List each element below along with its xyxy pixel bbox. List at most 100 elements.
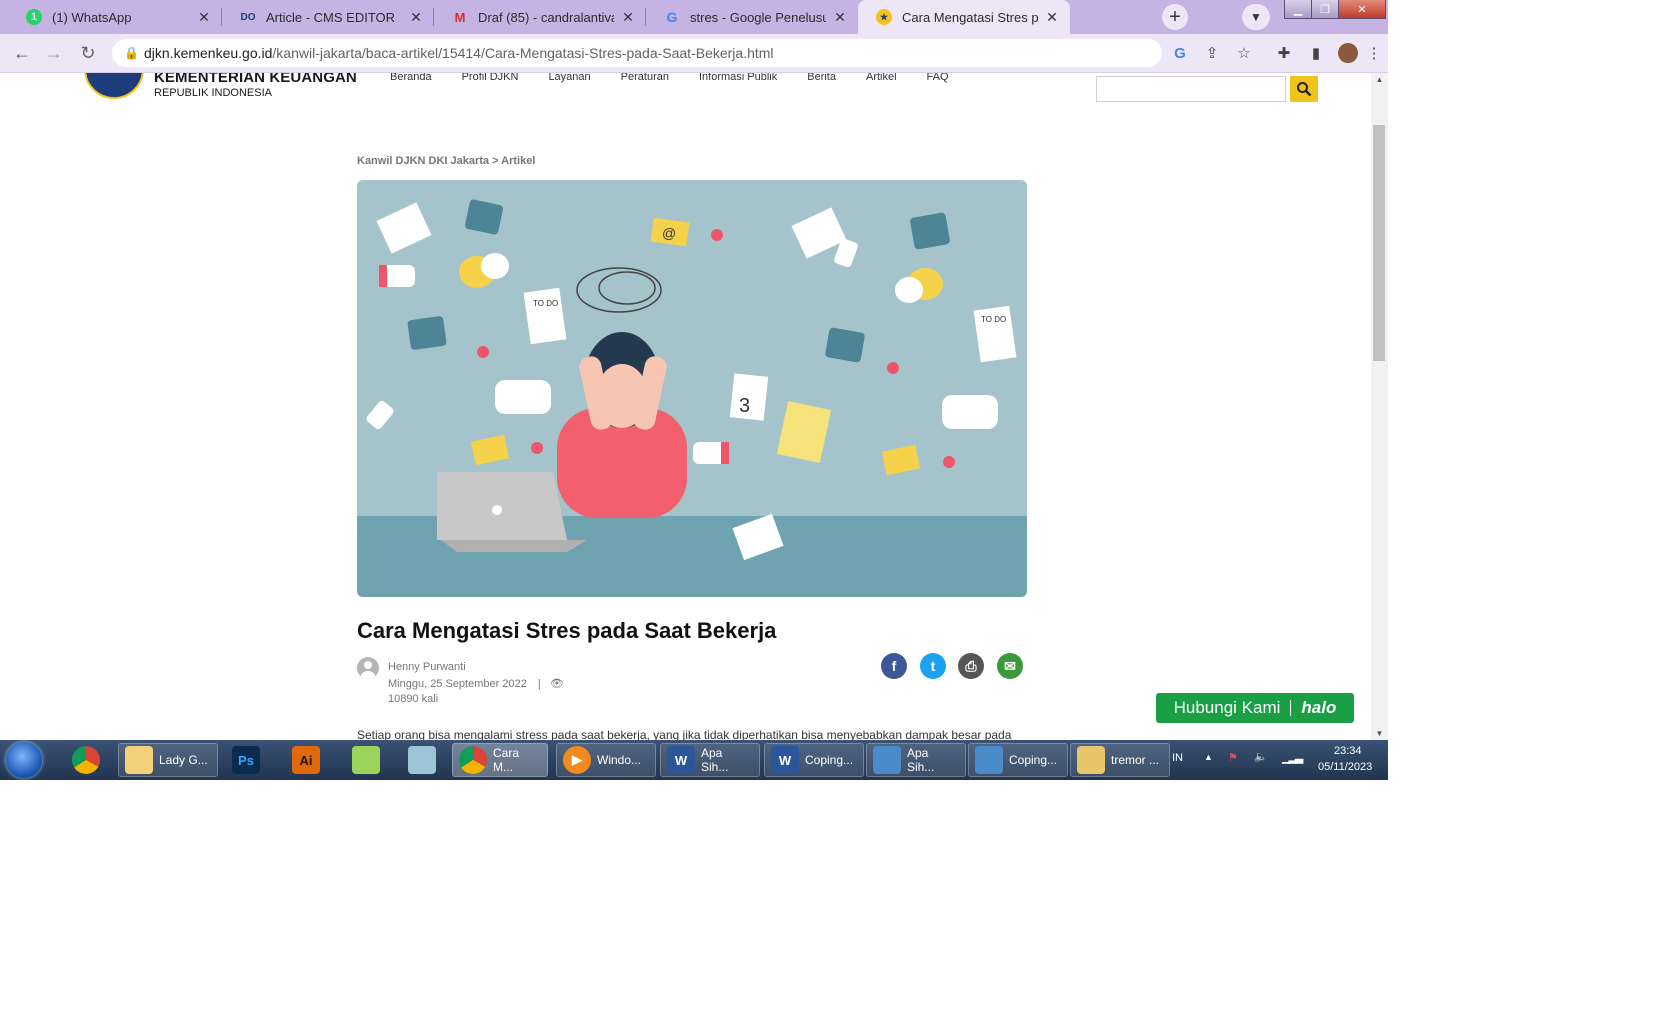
share-facebook-button[interactable]: f [881, 653, 907, 679]
nav-item-profil[interactable]: Profil DJKN [462, 73, 519, 83]
article-author: Henny Purwanti [388, 661, 466, 673]
paint-icon [1077, 746, 1105, 774]
tab-cms-editor[interactable]: DO Article - CMS EDITOR ✕ [222, 0, 434, 34]
star-icon[interactable]: ☆ [1234, 43, 1254, 63]
side-panel-icon[interactable]: ▮ [1306, 43, 1326, 63]
taskbar-photoshop[interactable]: Ps [226, 743, 272, 777]
email-icon: ✉ [1004, 657, 1016, 674]
new-tab-button[interactable]: + [1162, 4, 1188, 30]
scrollbar-thumb[interactable] [1373, 125, 1385, 361]
tab-title: Draf (85) - candralantivameitika [478, 9, 614, 25]
share-email-button[interactable]: ✉ [997, 653, 1023, 679]
signal-icon[interactable]: ▁▂▃ [1282, 751, 1303, 764]
page-scrollbar[interactable]: ▲ ▼ [1371, 73, 1388, 740]
eye-icon: 👁 [549, 678, 564, 690]
taskbar-media-player[interactable]: ▶ Windo... [556, 743, 656, 777]
nav-item-beranda[interactable]: Beranda [390, 73, 432, 83]
site-search-button[interactable] [1290, 76, 1318, 102]
whatsapp-icon: 1 [26, 9, 42, 25]
kemenkeu-icon: ★ [876, 9, 892, 25]
kemenkeu-logo[interactable] [84, 73, 144, 99]
clock-date[interactable]: 05/11/2023 [1318, 761, 1372, 773]
tab-whatsapp[interactable]: 1 (1) WhatsApp ✕ [8, 0, 222, 34]
system-tray: IN ▲ ⚑ 🔈 ▁▂▃ 23:34 05/11/2023 [1158, 740, 1388, 780]
volume-icon[interactable]: 🔈 [1254, 750, 1268, 763]
close-icon[interactable]: ✕ [408, 9, 424, 26]
breadcrumb[interactable]: Kanwil DJKN DKI Jakarta > Artikel [357, 155, 535, 167]
media-player-icon: ▶ [563, 746, 591, 774]
tab-gmail[interactable]: M Draf (85) - candralantivameitika ✕ [434, 0, 646, 34]
nav-item-informasi-publik[interactable]: Informasi Publik [699, 73, 777, 83]
url-path: /kanwil-jakarta/baca-artikel/15414/Cara-… [272, 45, 774, 61]
tab-title: (1) WhatsApp [52, 9, 132, 25]
taskbar-chrome[interactable] [66, 743, 112, 777]
nav-item-berita[interactable]: Berita [807, 73, 836, 83]
share-twitter-button[interactable]: t [920, 653, 946, 679]
share-icon[interactable]: ⇪ [1202, 43, 1222, 63]
forward-button[interactable]: → [42, 42, 66, 64]
taskbar-word-1[interactable]: W Apa Sih... [660, 743, 760, 777]
nav-item-faq[interactable]: FAQ [927, 73, 949, 83]
address-bar[interactable]: 🔒 djkn.kemenkeu.go.id/kanwil-jakarta/bac… [112, 39, 1162, 67]
image-viewer-icon [975, 746, 1003, 774]
print-button[interactable]: ⎙ [958, 653, 984, 679]
clock-time[interactable]: 23:34 [1334, 745, 1362, 757]
reload-button[interactable]: ↻ [76, 42, 100, 64]
profile-avatar[interactable] [1338, 43, 1358, 63]
tab-title: stres - Google Penelusuran [690, 9, 826, 25]
taskbar-word-2[interactable]: W Coping... [764, 743, 864, 777]
taskbar-explorer[interactable]: Lady G... [118, 743, 218, 777]
arrow-right-icon: → [45, 42, 63, 63]
google-lens-icon[interactable]: G [1170, 43, 1190, 63]
taskbar-label: Apa Sih... [907, 746, 935, 774]
hero-calendar-number: 3 [739, 395, 750, 417]
tab-active-article[interactable]: ★ Cara Mengatasi Stres pada Saat Bekerja… [858, 0, 1070, 34]
extensions-icon[interactable]: ✚ [1274, 43, 1294, 63]
taskbar-image-viewer-1[interactable]: Apa Sih... [866, 743, 966, 777]
scroll-up-icon[interactable]: ▲ [1371, 75, 1388, 84]
main-nav: Beranda Profil DJKN Layanan Peraturan In… [390, 73, 979, 83]
app-icon [352, 746, 380, 774]
contact-us-button[interactable]: Hubungi Kami halo [1156, 693, 1354, 723]
close-icon[interactable]: ✕ [832, 9, 848, 26]
stress-illustration: TO DO TO DO 3 @ [357, 199, 1027, 597]
photoshop-icon: Ps [232, 746, 260, 774]
taskbar-app2[interactable] [402, 743, 448, 777]
close-window-button[interactable]: ✕ [1338, 0, 1386, 19]
cms-icon: DO [240, 11, 256, 23]
facebook-icon: f [891, 658, 897, 674]
taskbar-app[interactable] [346, 743, 392, 777]
gmail-icon: M [454, 9, 466, 25]
menu-icon[interactable]: ⋮ [1367, 43, 1382, 63]
tab-strip: 1 (1) WhatsApp ✕ DO Article - CMS EDITOR… [0, 0, 1388, 34]
language-indicator[interactable]: IN [1172, 752, 1183, 764]
tray-expand-icon[interactable]: ▲ [1204, 752, 1213, 762]
taskbar-label: Apa Sih... [701, 746, 729, 774]
taskbar-paint[interactable]: tremor ... [1070, 743, 1170, 777]
start-button[interactable] [6, 742, 42, 778]
minimize-button[interactable]: ▁ [1284, 0, 1312, 19]
tab-search-button[interactable]: ▼ [1242, 4, 1270, 30]
search-icon [1297, 82, 1312, 97]
close-icon[interactable]: ✕ [620, 9, 636, 26]
nav-item-layanan[interactable]: Layanan [548, 73, 590, 83]
arrow-left-icon: ← [13, 42, 31, 63]
scroll-down-icon[interactable]: ▼ [1371, 729, 1388, 738]
back-button[interactable]: ← [10, 42, 34, 64]
taskbar-chrome-window[interactable]: Cara M... [452, 743, 548, 777]
meta-divider: | [537, 678, 541, 690]
contact-divider [1290, 700, 1292, 716]
taskbar-illustrator[interactable]: Ai [286, 743, 332, 777]
chrome-icon [459, 746, 487, 774]
network-warning-icon[interactable]: ⚑ [1228, 751, 1238, 764]
close-icon[interactable]: ✕ [1044, 9, 1060, 26]
tab-google-search[interactable]: G stres - Google Penelusuran ✕ [646, 0, 858, 34]
browser-toolbar: ← → ↻ 🔒 djkn.kemenkeu.go.id/kanwil-jakar… [0, 34, 1388, 73]
taskbar-image-viewer-2[interactable]: Coping... [968, 743, 1068, 777]
nav-item-peraturan[interactable]: Peraturan [621, 73, 669, 83]
site-search-input[interactable] [1096, 76, 1286, 102]
taskbar-label: tremor ... [1111, 753, 1160, 767]
nav-item-artikel[interactable]: Artikel [866, 73, 897, 83]
close-icon[interactable]: ✕ [196, 9, 212, 26]
maximize-button[interactable]: ❐ [1311, 0, 1339, 19]
